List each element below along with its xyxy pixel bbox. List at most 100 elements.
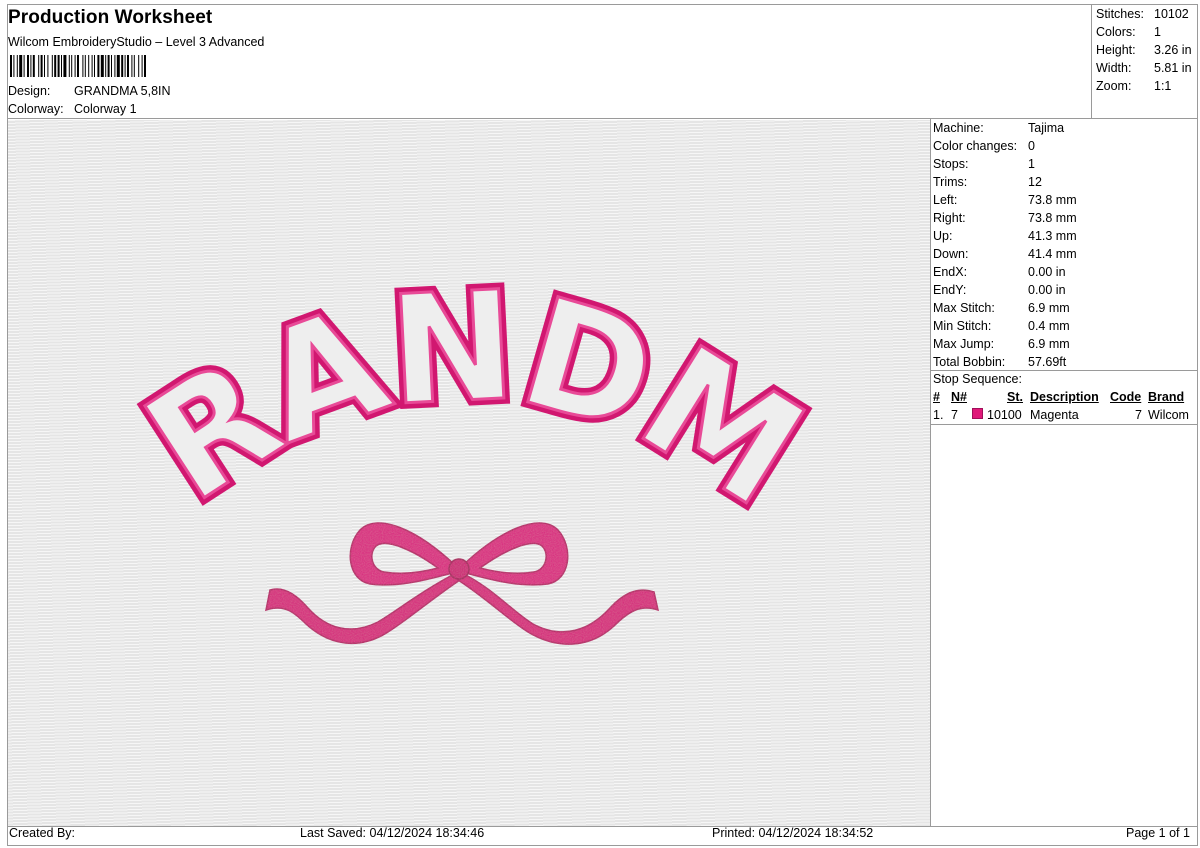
detail-label: Down: bbox=[933, 247, 969, 261]
detail-label: Up: bbox=[933, 229, 953, 243]
column-header-code: Code bbox=[1110, 390, 1142, 404]
detail-label: Total Bobbin: bbox=[933, 355, 1006, 369]
barcode-bar bbox=[84, 55, 86, 77]
stat-zoom: Zoom: 1:1 bbox=[1096, 79, 1171, 93]
detail-value: 73.8 mm bbox=[1028, 193, 1077, 207]
detail-value: 0 bbox=[1028, 139, 1035, 153]
colorway-row: Colorway: Colorway 1 bbox=[8, 102, 137, 116]
barcode-bar bbox=[74, 55, 76, 77]
detail-row: Right: 73.8 mm bbox=[933, 211, 1077, 225]
design-value: GRANDMA 5,8IN bbox=[74, 84, 171, 98]
detail-value: 41.3 mm bbox=[1028, 229, 1077, 243]
stat-value: 3.26 in bbox=[1154, 43, 1192, 57]
detail-value: 0.00 in bbox=[1028, 283, 1066, 297]
design-row: Design: GRANDMA 5,8IN bbox=[8, 84, 171, 98]
detail-value: 6.9 mm bbox=[1028, 337, 1070, 351]
page-title: Production Worksheet bbox=[8, 7, 213, 28]
design-label: Design: bbox=[8, 84, 51, 98]
design-preview: GRANDMA GRANDMA bbox=[8, 120, 930, 826]
detail-label: Max Stitch: bbox=[933, 301, 995, 315]
bow-knot bbox=[448, 558, 470, 580]
detail-row: Up: 41.3 mm bbox=[933, 229, 1077, 243]
barcode-bar bbox=[88, 55, 90, 77]
barcode-bar bbox=[71, 55, 73, 77]
bow-ribbon-tail-left bbox=[265, 570, 461, 645]
detail-label: EndY: bbox=[933, 283, 967, 297]
barcode-bar bbox=[57, 55, 60, 77]
software-name: Wilcom EmbroideryStudio – Level 3 Advanc… bbox=[8, 35, 265, 49]
detail-row: EndY: 0.00 in bbox=[933, 283, 1066, 297]
barcode-bar bbox=[105, 55, 107, 77]
barcode-bar bbox=[138, 55, 140, 77]
worksheet-footer: Created By: Last Saved: 04/12/2024 18:34… bbox=[8, 826, 1198, 846]
bow-motif bbox=[265, 522, 660, 645]
barcode-bar bbox=[107, 55, 110, 77]
detail-value: 73.8 mm bbox=[1028, 211, 1077, 225]
thread-color-swatch bbox=[972, 408, 983, 419]
worksheet-header: Production Worksheet Wilcom EmbroiderySt… bbox=[7, 4, 1087, 118]
stat-value: 10102 bbox=[1154, 7, 1189, 21]
embroidery-artwork: GRANDMA GRANDMA bbox=[8, 120, 838, 645]
detail-row: Total Bobbin: 57.69ft bbox=[933, 355, 1066, 369]
barcode-bar bbox=[144, 55, 146, 77]
detail-value: 41.4 mm bbox=[1028, 247, 1077, 261]
stat-label: Height: bbox=[1096, 43, 1136, 57]
stop-sequence-label: Stop Sequence: bbox=[933, 372, 1022, 386]
barcode-bar bbox=[91, 55, 93, 77]
column-header-needle: N# bbox=[951, 390, 967, 404]
barcode-bar bbox=[16, 55, 18, 77]
machine-details-panel: Stop Sequence: # N# St. Description Code… bbox=[931, 120, 1198, 826]
barcode-bar bbox=[27, 55, 29, 77]
barcode-bar bbox=[32, 55, 35, 77]
barcode-bar bbox=[82, 55, 84, 77]
svg-text:GRANDMA: GRANDMA bbox=[8, 120, 828, 539]
colorway-value: Colorway 1 bbox=[74, 102, 137, 116]
detail-row: Color changes: 0 bbox=[933, 139, 1035, 153]
bow-loop-right bbox=[461, 522, 569, 586]
detail-value: 0.00 in bbox=[1028, 265, 1066, 279]
colorway-label: Colorway: bbox=[8, 102, 64, 116]
detail-label: Min Stitch: bbox=[933, 319, 992, 333]
detail-value: 0.4 mm bbox=[1028, 319, 1070, 333]
page-number: Page 1 of 1 bbox=[1126, 826, 1190, 840]
column-header-brand: Brand bbox=[1148, 390, 1185, 404]
stat-value: 1 bbox=[1154, 25, 1161, 39]
barcode-bar bbox=[23, 55, 25, 77]
stat-label: Zoom: bbox=[1096, 79, 1132, 93]
barcode-bar bbox=[51, 55, 53, 77]
detail-value: 12 bbox=[1028, 175, 1042, 189]
barcode-bar bbox=[116, 55, 120, 77]
detail-label: Max Jump: bbox=[933, 337, 995, 351]
stat-stitches: Stitches: 10102 bbox=[1096, 7, 1189, 21]
printed-date: Printed: 04/12/2024 18:34:52 bbox=[712, 826, 874, 840]
row-stitches: 10100 bbox=[987, 408, 1022, 422]
production-worksheet: Production Worksheet Wilcom EmbroiderySt… bbox=[0, 0, 1200, 848]
barcode-bar bbox=[100, 55, 104, 77]
grandma-lettering: GRANDMA GRANDMA bbox=[8, 120, 838, 545]
stat-width: Width: 5.81 in bbox=[1096, 61, 1192, 75]
barcode-bar bbox=[19, 55, 23, 77]
detail-row: Trims: 12 bbox=[933, 175, 1042, 189]
barcode-bar bbox=[61, 55, 62, 77]
detail-label: Machine: bbox=[933, 121, 984, 135]
detail-row: EndX: 0.00 in bbox=[933, 265, 1066, 279]
barcode-graphic bbox=[10, 55, 146, 77]
row-description: Magenta bbox=[1030, 408, 1079, 422]
row-index: 1. bbox=[933, 408, 944, 422]
header-divider bbox=[7, 118, 1198, 119]
barcode-bar bbox=[127, 55, 129, 77]
stat-height: Height: 3.26 in bbox=[1096, 43, 1192, 57]
row-needle: 7 bbox=[951, 408, 958, 422]
detail-label: Right: bbox=[933, 211, 966, 225]
barcode-bar bbox=[97, 55, 100, 77]
detail-value: 57.69ft bbox=[1028, 355, 1067, 369]
barcode-bar bbox=[10, 55, 12, 77]
barcode-bar bbox=[40, 55, 43, 77]
barcode-bar bbox=[131, 55, 133, 77]
column-header-index: # bbox=[933, 390, 940, 404]
column-header-stitches: St. bbox=[1007, 390, 1023, 404]
detail-value: 6.9 mm bbox=[1028, 301, 1070, 315]
detail-row: Stops: 1 bbox=[933, 157, 1035, 171]
barcode-bar bbox=[54, 55, 57, 77]
stat-colors: Colors: 1 bbox=[1096, 25, 1161, 39]
